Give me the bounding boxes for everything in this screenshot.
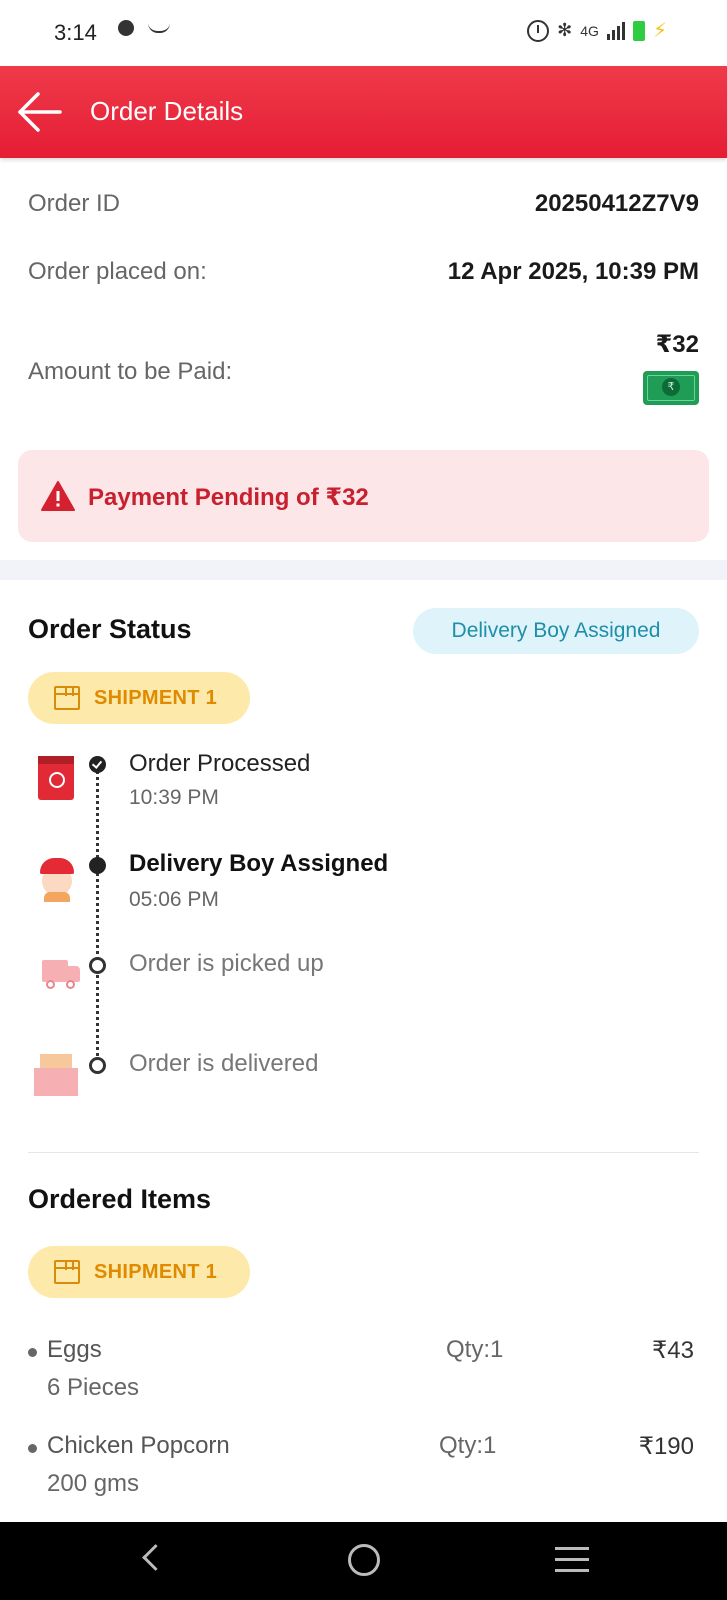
order-placed-row: Order placed on: 12 Apr 2025, 10:39 PM [28, 258, 699, 286]
status-left-icons [118, 20, 170, 36]
step-title: Order Processed [129, 750, 311, 777]
network-label: 4G [580, 22, 599, 39]
step-time: 10:39 PM [129, 786, 219, 809]
status-time: 3:14 [54, 20, 97, 45]
alarm-icon [527, 19, 550, 42]
parcel-icon [34, 1050, 80, 1100]
bluetooth-icon: ✻ [557, 20, 573, 40]
arrow-left-icon [18, 92, 62, 132]
shipment-chip: SHIPMENT 1 [28, 672, 250, 724]
smile-icon [148, 23, 170, 33]
warning-icon [41, 481, 75, 511]
item-variant: 200 gms [47, 1470, 140, 1497]
bag-icon [38, 756, 74, 800]
back-button[interactable] [16, 90, 64, 134]
timeline-dot-pending [89, 1057, 106, 1074]
shipment-label: SHIPMENT 1 [94, 687, 218, 709]
notification-icon [118, 20, 134, 36]
status-badge: Delivery Boy Assigned [413, 608, 699, 654]
nav-back-icon[interactable] [140, 1546, 166, 1572]
list-item: Chicken Popcorn 200 gms Qty:1 ₹190 [28, 1432, 699, 1512]
item-variant: 6 Pieces [47, 1374, 140, 1401]
app-header: Order Details [0, 66, 727, 158]
timeline-line [96, 764, 99, 1064]
status-right-icons: ✻ 4G ⚡ [527, 18, 667, 43]
shipment-label: SHIPMENT 1 [94, 1261, 218, 1283]
box-icon [54, 686, 80, 710]
timeline-dot-done [89, 857, 106, 874]
ordered-items-title: Ordered Items [28, 1184, 212, 1214]
cash-note-icon: ₹ [643, 371, 699, 405]
system-nav-bar [0, 1522, 727, 1600]
order-id-row: Order ID 20250412Z7V9 [28, 190, 699, 218]
shipment-chip: SHIPMENT 1 [28, 1246, 250, 1298]
item-price: ₹43 [652, 1337, 694, 1364]
signal-icon [606, 21, 625, 40]
timeline-dot-pending [89, 957, 106, 974]
page-title: Order Details [90, 96, 244, 126]
bullet [28, 1348, 37, 1357]
timeline-dot-done [89, 756, 106, 773]
amount-label: Amount to be Paid: [28, 358, 233, 385]
amount-value: ₹32 [655, 331, 699, 358]
order-status-title: Order Status [28, 614, 192, 644]
battery-icon [632, 20, 645, 41]
delivery-boy-icon [34, 852, 80, 902]
nav-home-icon[interactable] [348, 1544, 380, 1576]
item-price: ₹190 [638, 1433, 694, 1460]
charging-icon: ⚡ [652, 20, 667, 42]
amount-row: Amount to be Paid: [28, 358, 699, 386]
order-placed-label: Order placed on: [28, 258, 207, 285]
box-icon [54, 1260, 80, 1284]
status-bar: 3:14 ✻ 4G ⚡ [0, 0, 727, 66]
step-title: Order is picked up [129, 950, 324, 977]
payment-pending-text: Payment Pending of ₹32 [88, 484, 369, 511]
bullet [28, 1444, 37, 1453]
order-id-label: Order ID [28, 190, 121, 217]
section-divider [0, 560, 727, 580]
item-name: Chicken Popcorn [47, 1432, 230, 1459]
item-name: Eggs [47, 1336, 102, 1363]
truck-icon [34, 952, 80, 1002]
payment-pending-alert[interactable]: Payment Pending of ₹32 [18, 450, 709, 542]
order-id-value: 20250412Z7V9 [534, 190, 699, 217]
list-item: Eggs 6 Pieces Qty:1 ₹43 [28, 1336, 699, 1416]
nav-recents-icon[interactable] [555, 1547, 589, 1573]
item-qty: Qty:1 [439, 1432, 497, 1459]
step-title: Delivery Boy Assigned [129, 850, 389, 877]
item-qty: Qty:1 [446, 1336, 504, 1363]
step-time: 05:06 PM [129, 888, 219, 911]
order-placed-value: 12 Apr 2025, 10:39 PM [447, 258, 699, 285]
divider [28, 1152, 699, 1153]
amount-value-group: ₹32 ₹ [643, 330, 699, 410]
step-title: Order is delivered [129, 1050, 319, 1077]
